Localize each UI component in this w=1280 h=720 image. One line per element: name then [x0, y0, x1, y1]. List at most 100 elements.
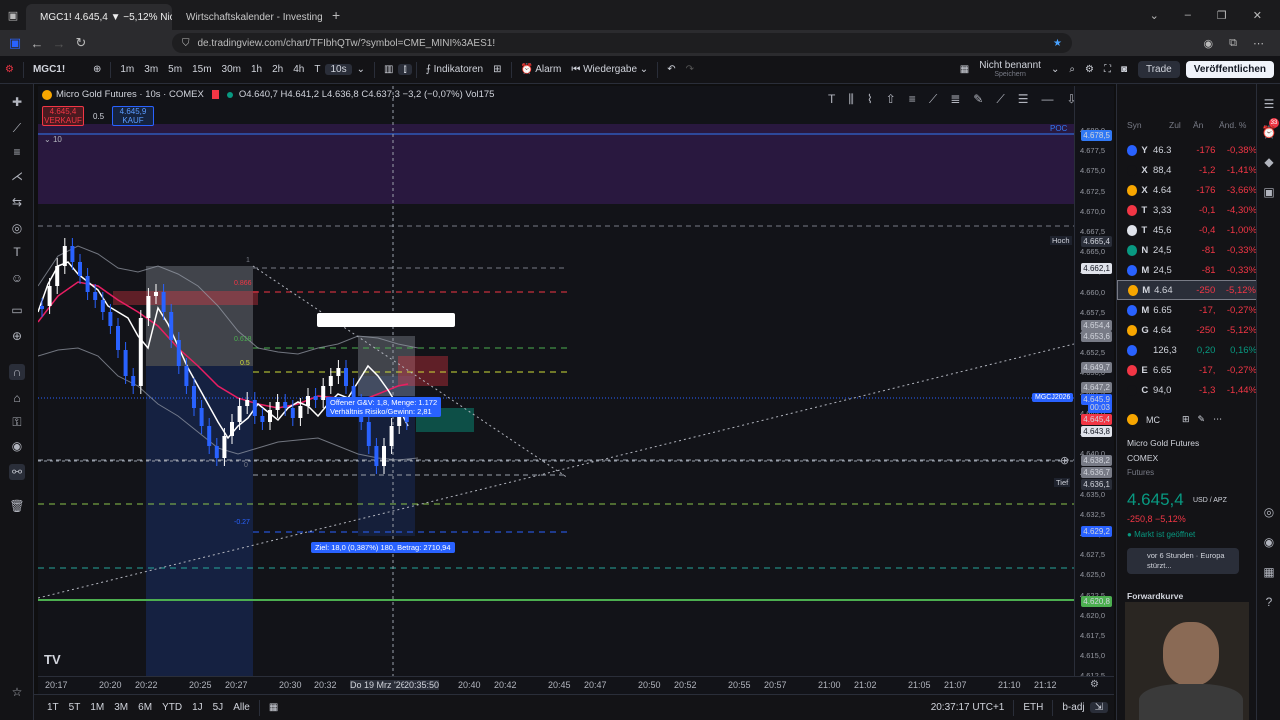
lock-drawings-icon[interactable]: ⌂ — [9, 390, 25, 406]
more-icon[interactable]: ⋯ — [1213, 414, 1222, 425]
interval-3m[interactable]: 3m — [139, 64, 163, 75]
site-info-icon[interactable]: ⛉ — [182, 38, 190, 49]
indicator-collapse[interactable]: ⌄ 10 — [44, 135, 62, 144]
interval-tick[interactable]: T — [309, 64, 325, 75]
col-last[interactable]: Zul — [1169, 120, 1193, 134]
help-icon[interactable]: ? — [1261, 594, 1277, 610]
tab-search-icon[interactable]: ⌄ — [1150, 9, 1159, 22]
bar-style-icon[interactable]: ▥ — [379, 64, 398, 75]
col-change[interactable]: Än — [1193, 120, 1219, 134]
range-3m[interactable]: 3M — [109, 702, 133, 713]
lock-icon[interactable]: ⚿ — [9, 414, 25, 430]
interval-15m[interactable]: 15m — [187, 64, 216, 75]
range-5y[interactable]: 5J — [208, 702, 229, 713]
text-icon[interactable]: T — [9, 244, 25, 260]
interval-dropdown-icon[interactable]: ⌄ — [352, 64, 370, 75]
range-1m[interactable]: 1M — [85, 702, 109, 713]
link-icon[interactable]: ⚯ — [9, 464, 25, 480]
replay-button[interactable]: ⏮ Wiedergabe ⌄ — [566, 64, 653, 75]
range-1d[interactable]: 1T — [42, 702, 64, 713]
session-toggle[interactable]: ETH — [1018, 702, 1048, 713]
interval-30m[interactable]: 30m — [217, 64, 246, 75]
settings-icon[interactable]: ⚙ — [1080, 64, 1099, 75]
fullscreen-icon[interactable]: ⛶ — [1099, 64, 1116, 75]
zoom-icon[interactable]: ⊕ — [9, 328, 25, 344]
ray-icon[interactable]: ⟋ — [996, 92, 1004, 107]
watchlist-row[interactable]: X 4.64 -176 -3,66% — [1117, 180, 1257, 200]
watchlist-row[interactable]: Y 46.3 -176 -0,38% — [1117, 140, 1257, 160]
forecast-icon[interactable]: ⇆ — [9, 194, 25, 210]
window-menu-icon[interactable]: ▣ — [0, 9, 26, 22]
channel-icon[interactable]: ≣ — [950, 92, 960, 107]
sell-button[interactable]: 4.645,4 VERKAUF — [42, 106, 84, 126]
text-tool-icon[interactable]: T — [828, 92, 835, 107]
range-all[interactable]: Alle — [228, 702, 255, 713]
maximize-icon[interactable]: ❐ — [1217, 9, 1227, 22]
layout-dropdown-icon[interactable]: ⌄ — [1046, 64, 1064, 75]
symbol-search[interactable]: MGC1! — [28, 64, 88, 75]
col-symbol[interactable]: Syn — [1127, 120, 1169, 134]
indicators-button[interactable]: ⨍ Indikatoren — [421, 64, 488, 75]
close-window-icon[interactable]: ✕ — [1253, 9, 1262, 22]
trade-button[interactable]: Trade — [1137, 61, 1180, 78]
range-ytd[interactable]: YTD — [157, 702, 187, 713]
bookmark-icon[interactable]: ★ — [1053, 38, 1062, 49]
interval-1m[interactable]: 1m — [115, 64, 139, 75]
alarm-button[interactable]: ⏰ Alarm — [516, 64, 567, 75]
profile-icon[interactable]: ◉ — [1204, 37, 1214, 50]
price-axis[interactable]: 4.680,04.677,54.675,04.672,54.670,04.667… — [1074, 86, 1114, 680]
edit-icon[interactable]: ✎ — [1198, 414, 1206, 425]
watchlist-row[interactable]: T 3,33 -0,1 -4,30% — [1117, 200, 1257, 220]
candles-icon[interactable]: ⫾ — [398, 64, 412, 75]
trend-tool-icon[interactable]: ⟋ — [929, 92, 937, 107]
watchlist-row[interactable]: C 94,0 -1,3 -1,44% — [1117, 380, 1257, 400]
redo-icon[interactable]: ↷ — [681, 64, 699, 75]
col-change-pct[interactable]: Änd. % — [1219, 120, 1246, 134]
chart-pane[interactable]: Micro Gold Futures · 10s · COMEX O4.640,… — [38, 86, 1074, 676]
interval-5m[interactable]: 5m — [163, 64, 187, 75]
hlines-icon[interactable]: ≡ — [909, 92, 916, 107]
quick-search-icon[interactable]: ⌕ — [1064, 64, 1080, 75]
range-1y[interactable]: 1J — [187, 702, 208, 713]
legend-title[interactable]: Micro Gold Futures · 10s · COMEX — [56, 89, 204, 100]
crosshair-add-icon[interactable]: ⊕ — [1060, 454, 1069, 467]
axis-settings-icon[interactable]: ⚙ — [1090, 679, 1099, 690]
clock[interactable]: 20:37:17 UTC+1 — [926, 702, 1010, 713]
time-axis[interactable]: 20:17 20:20 20:22 20:25 20:27 20:30 20:32 Do 19… — [38, 676, 1114, 694]
layout-icon[interactable]: ▦ — [955, 64, 974, 75]
browser-tab-investing[interactable]: Wirtschaftskalender - Investing ✕ — [172, 4, 322, 30]
vertical-line-icon[interactable]: ⫼ — [848, 92, 854, 107]
interval-2h[interactable]: 2h — [267, 64, 288, 75]
cursor-icon[interactable]: ✚ — [9, 94, 25, 110]
detail-symbol[interactable]: MC — [1146, 415, 1160, 425]
snapshot-icon[interactable]: ◙ — [1116, 64, 1132, 75]
shapes-icon[interactable]: ◎ — [9, 220, 25, 236]
browser-tab-tradingview[interactable]: MGC1! 4.645,4 ▼ −5,12% Nicht ✕ — [26, 4, 172, 30]
layers-icon[interactable]: ◆ — [1261, 154, 1277, 170]
extensions-icon[interactable]: ⧉ — [1229, 37, 1237, 50]
url-bar[interactable]: ⛉ de.tradingview.com/chart/TFIbhQTw/?sym… — [172, 33, 1072, 53]
pattern-icon[interactable]: ⋌ — [9, 168, 25, 184]
alerts-icon[interactable]: ⏰ — [1261, 124, 1277, 140]
range-5d[interactable]: 5T — [64, 702, 86, 713]
trend-line-icon[interactable]: ⟋ — [9, 120, 25, 136]
watchlist-row[interactable]: M 4.64 -250 -5,12% — [1117, 280, 1257, 300]
watchlist-row[interactable]: 126,3 0,20 0,16% — [1117, 340, 1257, 360]
sidebar-icon[interactable]: ▣ — [4, 35, 26, 51]
range-6m[interactable]: 6M — [133, 702, 157, 713]
fib-tool-icon[interactable]: ☰ — [1018, 92, 1029, 107]
tradingview-logo[interactable]: TV — [44, 652, 61, 667]
collapse-panel-icon[interactable]: ⇲ — [1089, 702, 1108, 713]
goto-date-icon[interactable]: ▦ — [264, 702, 283, 713]
watchlist-row[interactable]: X 88,4 -1,2 -1,41% — [1117, 160, 1257, 180]
interval-10s[interactable]: 10s — [325, 64, 352, 75]
menu-icon[interactable]: ⋯ — [1253, 37, 1264, 50]
magnet-icon[interactable]: ∩ — [9, 364, 25, 380]
arrow-up-icon[interactable]: ⇧ — [886, 92, 896, 107]
ruler-icon[interactable]: ▭ — [9, 302, 25, 318]
buy-button[interactable]: 4.645,9 KAUF — [112, 106, 154, 126]
watchlist-row[interactable]: N 24,5 -81 -0,33% — [1117, 240, 1257, 260]
minimize-icon[interactable]: – — [1185, 9, 1191, 22]
user-menu-icon[interactable]: ⚙ — [0, 64, 19, 75]
broadcast-icon[interactable]: ◉ — [1261, 534, 1277, 550]
